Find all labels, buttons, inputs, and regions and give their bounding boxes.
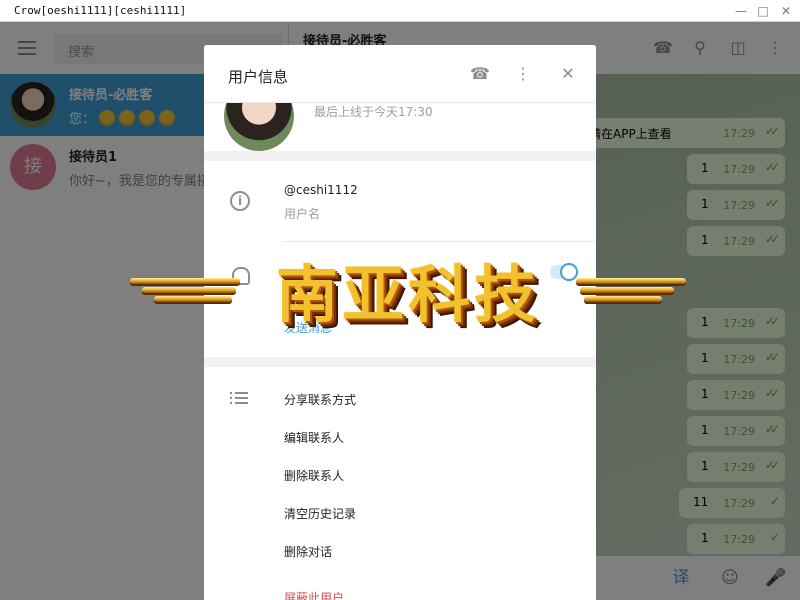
delete-contact-action[interactable]: 删除联系人 [284,467,344,484]
close-window-icon[interactable]: ✕ [778,3,794,19]
block-user-action[interactable]: 屏蔽此用户 [284,589,344,600]
watermark-logo: 南亚科技 [130,256,686,334]
divider [282,241,596,242]
username-value[interactable]: @ceshi1112 [284,183,358,197]
maximize-icon[interactable]: □ [755,3,771,19]
window-titlebar: Crow[oeshi1111][ceshi1111] — □ ✕ [0,0,800,22]
username-label: 用户名 [284,207,321,221]
more-icon[interactable]: ⋮ [513,64,533,84]
watermark-text: 南亚科技 [275,258,540,331]
last-seen: 最后上线于今天17:30 [314,105,433,119]
close-icon[interactable]: ✕ [558,64,578,84]
profile-section: 最后上线于今天17:30 [204,81,596,151]
modal-title: 用户信息 [228,68,289,86]
section-divider [204,151,596,161]
window-title: Crow[oeshi1111][ceshi1111] [14,4,187,17]
share-contact-action[interactable]: 分享联系方式 [284,391,356,408]
edit-contact-action[interactable]: 编辑联系人 [284,429,344,446]
minimize-icon[interactable]: — [733,3,749,19]
phone-icon[interactable]: ☎ [470,64,490,84]
right-wing-icon [566,278,686,312]
info-icon: i [230,191,250,211]
section-divider [204,357,596,367]
modal-header: 用户信息 ☎ ⋮ ✕ [204,45,596,103]
delete-chat-action[interactable]: 删除对话 [284,543,332,560]
list-icon [230,392,248,406]
clear-history-action[interactable]: 清空历史记录 [284,505,356,522]
